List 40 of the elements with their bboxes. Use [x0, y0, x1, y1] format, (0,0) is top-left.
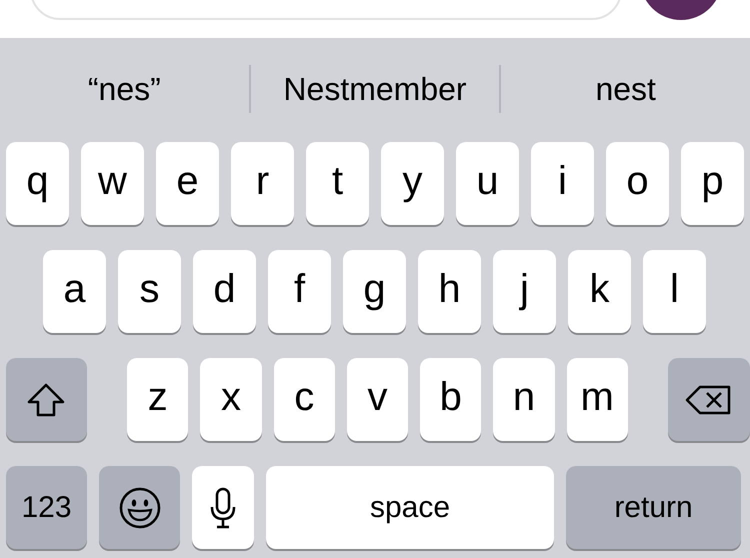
letter-key[interactable]: o [606, 142, 669, 225]
delete-key[interactable] [668, 358, 750, 441]
letter-key[interactable]: i [531, 142, 594, 225]
letter-key[interactable]: q [6, 142, 69, 225]
letter-key[interactable]: t [306, 142, 369, 225]
letter-key[interactable]: n [493, 358, 555, 441]
letter-key[interactable]: g [343, 250, 406, 333]
letter-key[interactable]: p [681, 142, 744, 225]
letter-key[interactable]: a [43, 250, 106, 333]
microphone-key[interactable] [192, 466, 254, 549]
letter-key[interactable]: c [274, 358, 335, 441]
numbers-key[interactable]: 123 [6, 466, 87, 549]
letter-key[interactable]: b [420, 358, 482, 441]
letter-key[interactable]: e [156, 142, 219, 225]
return-key[interactable]: return [566, 466, 741, 549]
letter-key[interactable]: f [268, 250, 331, 333]
letter-key[interactable]: w [81, 142, 144, 225]
letter-key[interactable]: x [200, 358, 262, 441]
letter-key[interactable]: y [381, 142, 444, 225]
letter-key[interactable]: k [568, 250, 631, 333]
letter-key[interactable]: d [193, 250, 256, 333]
delete-icon [685, 384, 734, 416]
letter-key[interactable]: m [566, 358, 628, 441]
letter-key[interactable]: r [231, 142, 294, 225]
letter-key[interactable]: h [418, 250, 481, 333]
space-key[interactable]: space [266, 466, 554, 549]
letter-key[interactable]: l [643, 250, 706, 333]
microphone-icon [210, 486, 236, 528]
letter-key[interactable]: j [493, 250, 556, 333]
letter-key[interactable]: u [456, 142, 519, 225]
emoji-key[interactable] [99, 466, 180, 549]
suggestion[interactable]: nest [595, 65, 656, 113]
emoji-icon [118, 486, 162, 530]
letter-key[interactable]: v [346, 358, 408, 441]
suggestion[interactable]: Nestmember [283, 65, 467, 113]
suggestion[interactable]: “nes” [88, 65, 161, 113]
shift-icon [26, 382, 66, 416]
shift-key[interactable] [6, 358, 87, 441]
letter-key[interactable]: z [127, 358, 188, 441]
letter-key[interactable]: s [118, 250, 181, 333]
